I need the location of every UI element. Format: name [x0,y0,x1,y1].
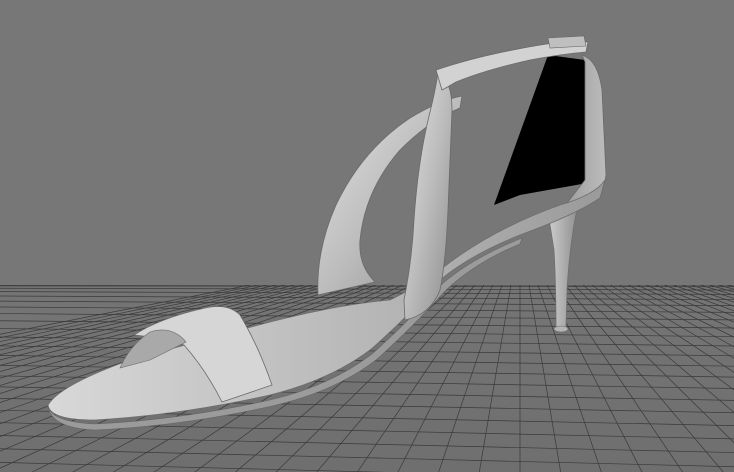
grid-line-depth [645,284,734,323]
grid-line-depth [609,284,734,359]
grid-line-horizontal [0,435,734,453]
grid-line-depth [582,284,734,413]
heel-tip [553,325,569,333]
3d-viewport[interactable] [0,0,734,472]
grid-line-horizontal [0,285,734,288]
grid-line-depth [555,284,684,472]
sky-background [0,0,734,285]
grid-line-depth [564,284,724,472]
grid-line-depth [618,284,734,348]
grid-line-depth [699,284,734,296]
ankle-strap-buckle [547,35,587,49]
grid-line-depth [573,284,734,444]
grid-line-depth [726,284,734,288]
grid-line-depth [478,284,512,472]
grid-line-depth [600,284,734,373]
grid-line-depth [654,284,734,317]
viewport-canvas[interactable] [0,0,734,472]
grid-line-depth [672,284,734,307]
